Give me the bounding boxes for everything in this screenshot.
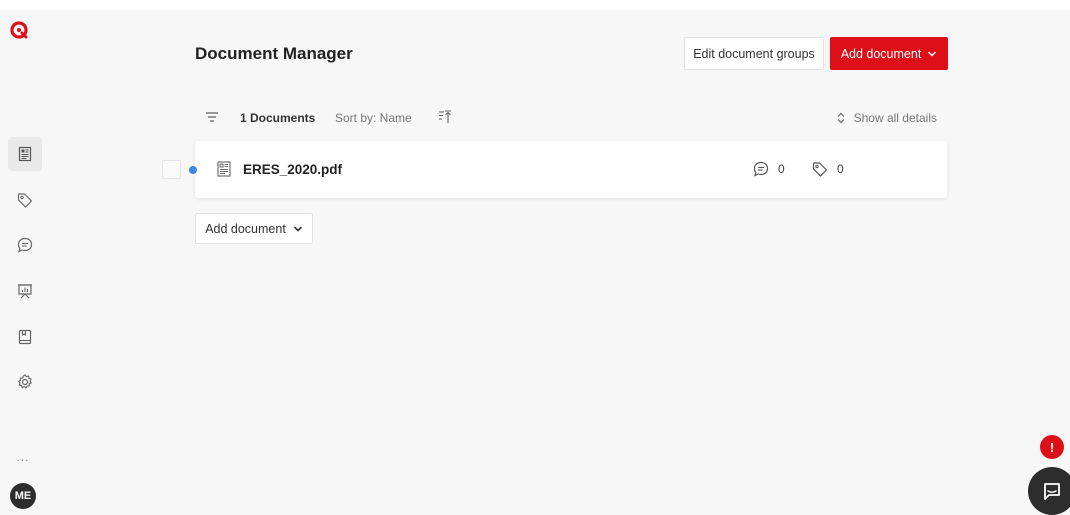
sort-direction-icon[interactable] <box>438 110 452 124</box>
add-document-label: Add document <box>840 46 922 61</box>
list-toolbar: 1 Documents Sort by: Name Show all detai… <box>195 106 947 130</box>
unread-indicator <box>189 166 197 174</box>
edit-document-groups-label: Edit document groups <box>693 46 815 61</box>
add-document-secondary-button[interactable]: Add document <box>195 213 313 244</box>
more-menu-button[interactable]: ... <box>12 450 34 464</box>
expand-collapse-icon <box>837 112 845 124</box>
sidebar-item-presentation[interactable] <box>8 274 42 308</box>
filter-icon[interactable] <box>205 110 219 124</box>
comment-icon <box>17 237 33 253</box>
avatar[interactable]: ME <box>10 483 36 509</box>
gear-icon <box>17 374 32 389</box>
chat-launcher-button[interactable] <box>1028 467 1070 515</box>
sidebar: ... ME <box>0 10 48 515</box>
add-document-button[interactable]: Add document <box>830 37 948 70</box>
sidebar-item-book[interactable] <box>8 320 42 354</box>
edit-document-groups-button[interactable]: Edit document groups <box>684 37 824 70</box>
sidebar-item-documents[interactable] <box>8 137 42 171</box>
sidebar-item-tags[interactable] <box>8 183 42 217</box>
add-document-secondary-label: Add document <box>205 221 286 236</box>
app-shell: ... ME Document Manager Edit document gr… <box>0 10 1070 515</box>
page-title: Document Manager <box>195 44 353 63</box>
comment-count[interactable]: 0 <box>752 160 785 178</box>
sort-by-dropdown[interactable]: Sort by: Name <box>335 111 412 125</box>
document-icon <box>217 161 231 177</box>
chat-icon <box>1044 483 1060 500</box>
book-icon <box>18 329 32 345</box>
presentation-icon <box>18 284 32 299</box>
tag-icon <box>812 162 828 177</box>
show-all-details-label: Show all details <box>853 111 937 125</box>
tag-icon <box>17 193 33 208</box>
chevron-down-icon <box>293 226 302 231</box>
show-all-details-toggle[interactable]: Show all details <box>836 111 937 125</box>
sidebar-item-comments[interactable] <box>8 228 42 262</box>
alert-badge[interactable]: ! <box>1040 435 1064 459</box>
chevron-down-icon <box>928 51 937 56</box>
tag-count[interactable]: 0 <box>811 160 844 178</box>
document-count: 1 Documents <box>240 111 316 125</box>
document-name[interactable]: ERES_2020.pdf <box>243 162 342 177</box>
logo-icon[interactable] <box>9 20 29 40</box>
row-select-checkbox[interactable] <box>162 160 181 179</box>
document-icon <box>18 146 32 162</box>
table-row[interactable]: ERES_2020.pdf 0 0 <box>189 141 947 198</box>
sidebar-item-settings[interactable] <box>8 365 42 399</box>
tag-count-value: 0 <box>837 162 844 176</box>
comment-icon <box>753 161 769 177</box>
comment-count-value: 0 <box>778 162 785 176</box>
